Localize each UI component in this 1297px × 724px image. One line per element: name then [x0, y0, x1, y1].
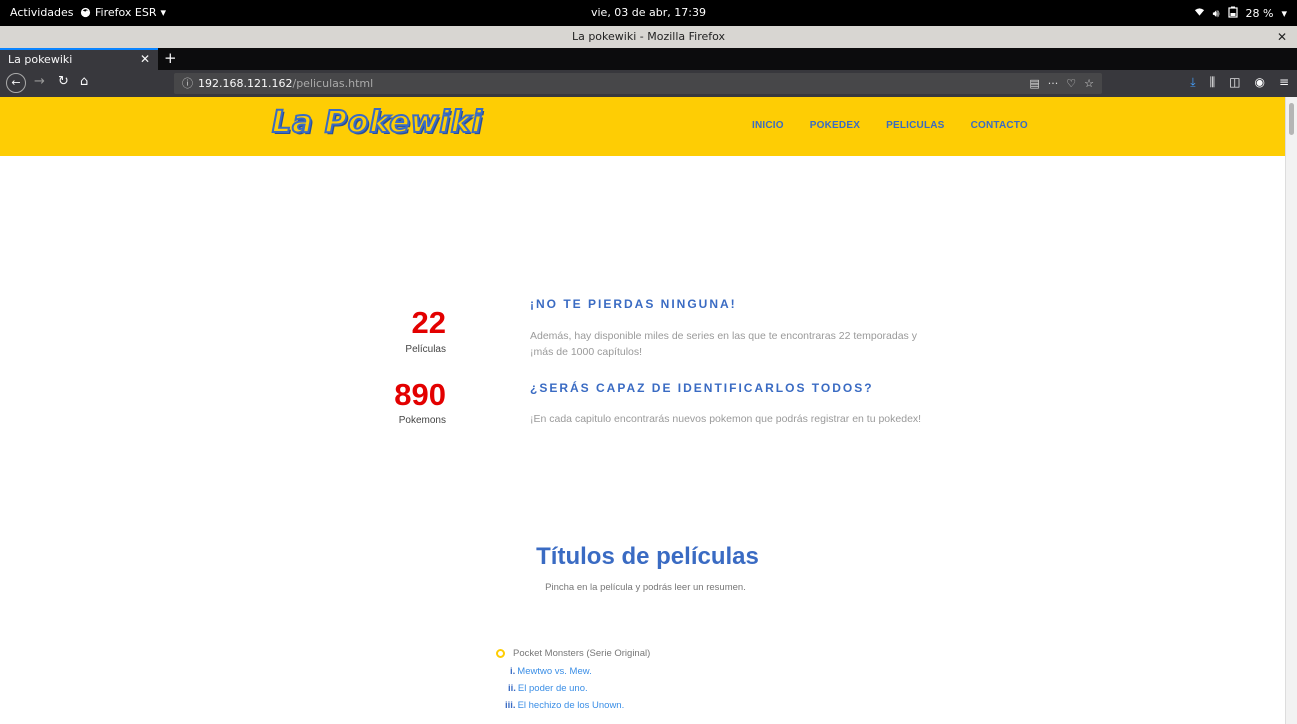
info-icon[interactable]: ⓘ	[182, 77, 193, 90]
app-menu[interactable]: Firefox ESR ▾	[80, 6, 166, 19]
download-icon[interactable]: ⤓	[1190, 75, 1195, 90]
film-title[interactable]: Mewtwo vs. Mew.	[517, 666, 591, 677]
firefox-icon	[80, 7, 91, 18]
account-icon[interactable]: ◉	[1254, 75, 1264, 90]
battery-percent: 28 %	[1245, 7, 1274, 20]
hamburger-menu-icon[interactable]: ≡	[1279, 75, 1289, 90]
back-arrow-icon[interactable]: ←	[6, 73, 26, 93]
circle-bullet-icon	[496, 649, 505, 658]
chevron-down-icon: ▾	[160, 6, 167, 19]
series-label: Pocket Monsters (Serie Original)	[513, 648, 651, 659]
library-icon[interactable]: ⫼	[1210, 75, 1216, 90]
film-title[interactable]: El hechizo de los Unown.	[518, 700, 625, 711]
menu-item-contacto[interactable]: CONTACTO	[971, 120, 1028, 131]
gnome-top-bar: Actividades Firefox ESR ▾ vie, 03 de abr…	[0, 0, 1297, 26]
tab-label: La pokewiki	[8, 53, 73, 66]
clock[interactable]: vie, 03 de abr, 17:39	[591, 6, 706, 19]
films-title: Títulos de películas	[536, 543, 759, 570]
main-menu: INICIO POKEDEX PELICULAS CONTACTO	[752, 120, 1028, 131]
stat-films-count: 22	[411, 305, 446, 340]
battery-icon	[1227, 6, 1238, 21]
new-tab-icon[interactable]: +	[164, 49, 177, 67]
menu-item-pokedex[interactable]: POKEDEX	[810, 120, 860, 131]
series-list-item: Pocket Monsters (Serie Original)	[496, 648, 650, 659]
section-text: ¡En cada capitulo encontrarás nuevos pok…	[530, 413, 922, 425]
section-heading: ¡NO TE PIERDAS NINGUNA!	[530, 297, 737, 311]
window-title-bar: La pokewiki - Mozilla Firefox ✕	[0, 26, 1297, 48]
wifi-icon	[1194, 7, 1205, 20]
film-number: i.	[510, 666, 516, 677]
stat-pokemon-count: 890	[394, 377, 446, 412]
system-menu[interactable]: 🔊︎ 28 % ▾	[1194, 6, 1287, 21]
close-tab-icon[interactable]: ✕	[140, 52, 150, 66]
menu-item-inicio[interactable]: INICIO	[752, 120, 784, 131]
window-title: La pokewiki - Mozilla Firefox	[571, 30, 726, 43]
film-number: ii.	[508, 683, 516, 694]
url-bar[interactable]: ⓘ 192.168.121.162/peliculas.html ▤ ··· ♡ …	[174, 73, 1102, 94]
pocket-icon[interactable]: ♡	[1066, 73, 1076, 94]
volume-icon: 🔊︎	[1212, 6, 1220, 20]
tab-la-pokewiki[interactable]: La pokewiki ✕	[0, 48, 158, 70]
sidebar-icon[interactable]: ◫	[1229, 75, 1240, 90]
activities-button[interactable]: Actividades	[10, 6, 74, 19]
section-heading: ¿SERÁS CAPAZ DE IDENTIFICARLOS TODOS?	[530, 381, 874, 395]
chevron-down-icon: ▾	[1281, 7, 1287, 20]
close-window-icon[interactable]: ✕	[1277, 26, 1287, 48]
navigation-toolbar: ← → ↻ ⌂ ⓘ 192.168.121.162/peliculas.html …	[0, 70, 1297, 97]
menu-item-peliculas[interactable]: PELICULAS	[886, 120, 944, 131]
reload-icon[interactable]: ↻	[58, 74, 69, 89]
film-link[interactable]: iii. El hechizo de los Unown.	[505, 700, 624, 711]
films-subtitle: Pincha en la película y podrás leer un r…	[545, 582, 746, 593]
page-viewport: La Pokewiki INICIO POKEDEX PELICULAS CON…	[0, 97, 1285, 724]
bookmark-star-icon[interactable]: ☆	[1084, 73, 1094, 94]
site-header: La Pokewiki INICIO POKEDEX PELICULAS CON…	[0, 97, 1285, 156]
reader-view-icon[interactable]: ▤	[1029, 73, 1039, 94]
page-scrollbar[interactable]	[1285, 97, 1297, 724]
stat-films-label: Películas	[405, 344, 446, 355]
site-logo[interactable]: La Pokewiki	[271, 104, 483, 141]
film-link[interactable]: ii. El poder de uno.	[508, 683, 588, 694]
section-text: Además, hay disponible miles de series e…	[530, 330, 917, 358]
url-host: 192.168.121.162	[198, 77, 293, 90]
scrollbar-thumb[interactable]	[1289, 103, 1294, 135]
film-link[interactable]: i. Mewtwo vs. Mew.	[510, 666, 592, 677]
url-path: /peliculas.html	[292, 77, 374, 90]
forward-arrow-icon[interactable]: →	[34, 74, 45, 89]
tab-strip: La pokewiki ✕ +	[0, 48, 1297, 70]
page-actions-icon[interactable]: ···	[1048, 73, 1059, 94]
app-menu-label: Firefox ESR	[95, 6, 157, 19]
film-title[interactable]: El poder de uno.	[518, 683, 588, 694]
stat-pokemon-label: Pokemons	[398, 415, 446, 426]
home-icon[interactable]: ⌂	[80, 74, 88, 89]
film-number: iii.	[505, 700, 516, 711]
